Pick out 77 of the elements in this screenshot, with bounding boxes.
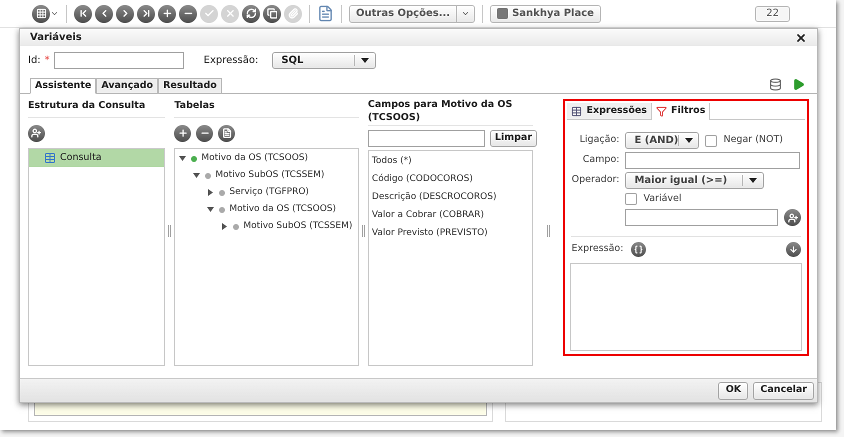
cancel-button[interactable]: Cancelar — [753, 382, 814, 400]
checkbox-label: Negar (NOT) — [723, 133, 783, 148]
tab[interactable]: Filtros — [652, 103, 710, 120]
collapsed-triangle-icon[interactable] — [221, 223, 230, 230]
expression-field[interactable] — [570, 263, 802, 351]
column-title: Estrutura da Consulta — [28, 96, 166, 118]
structure-item[interactable]: Consulta — [29, 149, 164, 167]
place-button[interactable]: Sankhya Place — [490, 4, 601, 22]
tab[interactable]: Resultado — [158, 78, 222, 94]
field-item[interactable]: Valor Previsto (PREVISTO) — [372, 225, 532, 243]
checkbox-label: Variável — [643, 192, 682, 206]
ok-button[interactable]: OK — [718, 382, 748, 400]
link-select[interactable]: E (AND) — [625, 132, 700, 149]
caret-icon — [461, 9, 470, 18]
expanded-triangle-icon[interactable] — [207, 206, 216, 213]
add-variable-icon[interactable] — [784, 209, 802, 226]
checkbox[interactable] — [625, 193, 638, 206]
database-icon[interactable] — [769, 78, 782, 91]
plus-icon[interactable] — [158, 4, 176, 22]
splitter-handle[interactable] — [546, 225, 550, 237]
braces-icon[interactable] — [631, 242, 646, 257]
document-icon[interactable] — [218, 124, 236, 142]
tree-item[interactable]: Motivo SubOS (TCSSEM) — [243, 220, 352, 234]
collapsed-triangle-icon[interactable] — [207, 189, 216, 196]
field-item[interactable]: Código (CODOCOROS) — [372, 171, 532, 189]
field-item[interactable]: Descrição (DESCROCOROS) — [372, 189, 532, 207]
copy-icon[interactable] — [263, 4, 281, 22]
tab[interactable]: Avançado — [96, 78, 158, 94]
tree-item[interactable]: Motivo SubOS (TCSSEM) — [215, 168, 324, 182]
field-label: Id: — [28, 54, 41, 68]
plus-icon[interactable] — [174, 124, 192, 142]
window-title: Variáveis — [30, 31, 83, 45]
tree-item[interactable]: Serviço (TGFPRO) — [229, 186, 309, 200]
table-icon — [571, 106, 582, 116]
close-icon[interactable] — [795, 32, 807, 44]
report-icon[interactable] — [317, 5, 334, 22]
field-label: Ligação: — [578, 133, 620, 148]
filter-field[interactable] — [368, 130, 485, 146]
expanded-triangle-icon[interactable] — [179, 155, 188, 162]
field-label: Expressão: — [204, 54, 258, 68]
clear-button[interactable]: Limpar — [490, 130, 538, 146]
last-icon[interactable] — [137, 4, 155, 22]
dropdown-arrow-icon — [361, 58, 370, 62]
splitter-handle[interactable] — [168, 225, 172, 237]
column-title: Tabelas — [174, 96, 359, 118]
value-input[interactable] — [625, 209, 778, 226]
add-query-icon[interactable] — [28, 124, 45, 142]
expression-select[interactable]: SQL — [272, 52, 376, 68]
field-item[interactable]: Valor a Cobrar (COBRAR) — [372, 207, 532, 225]
field-input[interactable] — [625, 152, 800, 169]
play-icon[interactable] — [792, 78, 805, 91]
filter-icon — [656, 106, 667, 117]
minus-icon[interactable] — [196, 124, 214, 142]
field-label: Operador: — [570, 173, 620, 188]
count-badge[interactable]: 22 — [755, 6, 790, 22]
dropdown-arrow-icon — [685, 138, 694, 143]
operator-select[interactable]: Maior igual (>=) — [625, 172, 764, 189]
field-item[interactable]: Todos (*) — [372, 153, 532, 171]
tab[interactable]: Expressões — [567, 103, 652, 119]
tree-item[interactable]: Motivo da OS (TCSOOS) — [229, 202, 336, 216]
minus-icon[interactable] — [179, 4, 197, 22]
column-title: Campos para Motivo da OS (TCSOOS) — [368, 96, 533, 126]
splitter-handle[interactable] — [362, 225, 365, 237]
grid-menu-icon[interactable] — [32, 4, 59, 22]
first-icon[interactable] — [74, 4, 92, 22]
field-label: Expressão: — [571, 242, 624, 256]
required-mark: * — [44, 54, 50, 68]
dropdown-arrow-icon — [749, 178, 758, 183]
field-label: Campo: — [582, 153, 620, 168]
tab[interactable]: Assistente — [30, 78, 96, 94]
checkbox[interactable] — [705, 134, 718, 146]
query-icon — [44, 152, 56, 164]
tree-item[interactable]: Motivo da OS (TCSOOS) — [201, 152, 308, 166]
id-field[interactable] — [54, 52, 184, 68]
options-dropdown[interactable]: Outras Opções... — [349, 4, 476, 22]
expanded-triangle-icon[interactable] — [193, 172, 202, 179]
refresh-icon[interactable] — [242, 4, 260, 22]
